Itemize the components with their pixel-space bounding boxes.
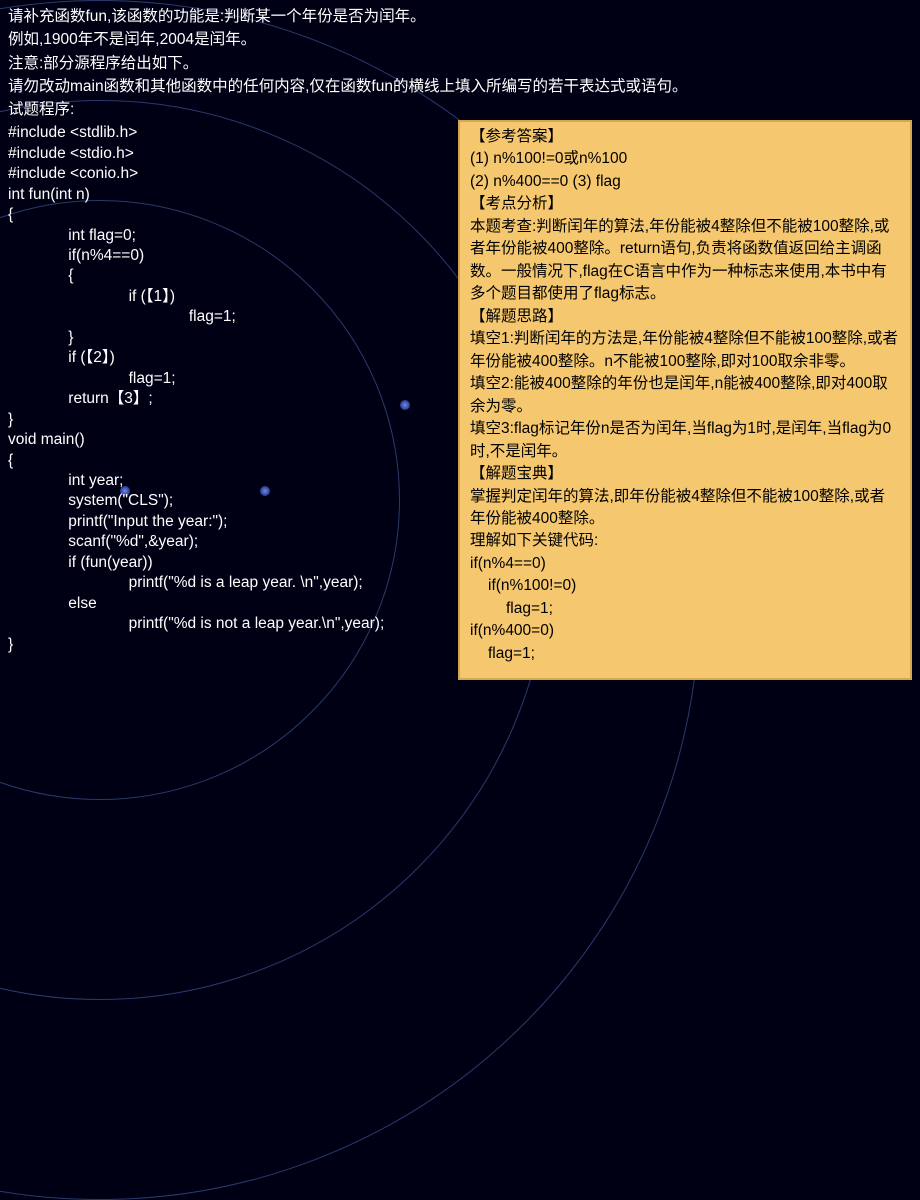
problem-intro: 请补充函数fun,该函数的功能是:判断某一个年份是否为闰年。 例如,1900年不… [8,5,912,121]
answer-text: 理解如下关键代码: [470,530,900,552]
code-line: scanf("%d",&year); [8,533,198,550]
code-line: int flag=0; [8,227,136,244]
code-line: int fun(int n) [8,186,90,203]
code-line: void main() [8,431,85,448]
intro-line: 例如,1900年不是闰年,2004是闰年。 [8,28,912,51]
answer-text: (2) n%400==0 (3) flag [470,171,900,193]
code-line: if (【1】) [8,288,175,305]
code-line: { [8,206,13,223]
code-line: if(n%4==0) [8,247,144,264]
answer-heading: 【解题宝典】 [470,463,900,485]
answer-code: if(n%400=0) [470,620,900,642]
answer-text: 填空1:判断闰年的方法是,年份能被4整除但不能被100整除,或者年份能被400整… [470,328,900,373]
code-line: printf("Input the year:"); [8,513,227,530]
code-line: int year; [8,472,123,489]
code-line: #include <stdlib.h> [8,124,137,141]
answer-heading: 【考点分析】 [470,193,900,215]
answer-code: if(n%100!=0) [470,575,900,597]
code-line: flag=1; [8,308,236,325]
code-line: if (fun(year)) [8,554,153,571]
answer-text: 掌握判定闰年的算法,即年份能被4整除但不能被100整除,或者年份能被400整除。 [470,486,900,531]
code-line: else [8,595,97,612]
answer-text: 填空2:能被400整除的年份也是闰年,n能被400整除,即对400取余为零。 [470,373,900,418]
answer-panel: 【参考答案】 (1) n%100!=0或n%100 (2) n%400==0 (… [458,120,912,680]
code-line: } [8,636,13,653]
answer-heading: 【解题思路】 [470,306,900,328]
intro-line: 请补充函数fun,该函数的功能是:判断某一个年份是否为闰年。 [8,5,912,28]
intro-line: 注意:部分源程序给出如下。 [8,52,912,75]
intro-line: 请勿改动main函数和其他函数中的任何内容,仅在函数fun的横线上填入所编写的若… [8,75,912,98]
answer-text: 填空3:flag标记年份n是否为闰年,当flag为1时,是闰年,当flag为0时… [470,418,900,463]
answer-text: 本题考查:判断闰年的算法,年份能被4整除但不能被100整除,或者年份能被400整… [470,216,900,306]
code-line: { [8,452,13,469]
code-line: if (【2】) [8,349,115,366]
code-line: #include <conio.h> [8,165,138,182]
code-line: printf("%d is a leap year. \n",year); [8,574,363,591]
code-line: printf("%d is not a leap year.\n",year); [8,615,384,632]
answer-code: if(n%4==0) [470,553,900,575]
answer-text: (1) n%100!=0或n%100 [470,148,900,170]
answer-heading: 【参考答案】 [470,126,900,148]
code-line: } [8,411,13,428]
code-line: flag=1; [8,370,176,387]
intro-line: 试题程序: [8,98,912,121]
code-line: system("CLS"); [8,492,173,509]
code-line: return【3】; [8,390,153,407]
code-line: #include <stdio.h> [8,145,134,162]
code-line: } [8,329,73,346]
answer-code: flag=1; [470,598,900,620]
answer-code: flag=1; [470,643,900,665]
code-line: { [8,267,73,284]
